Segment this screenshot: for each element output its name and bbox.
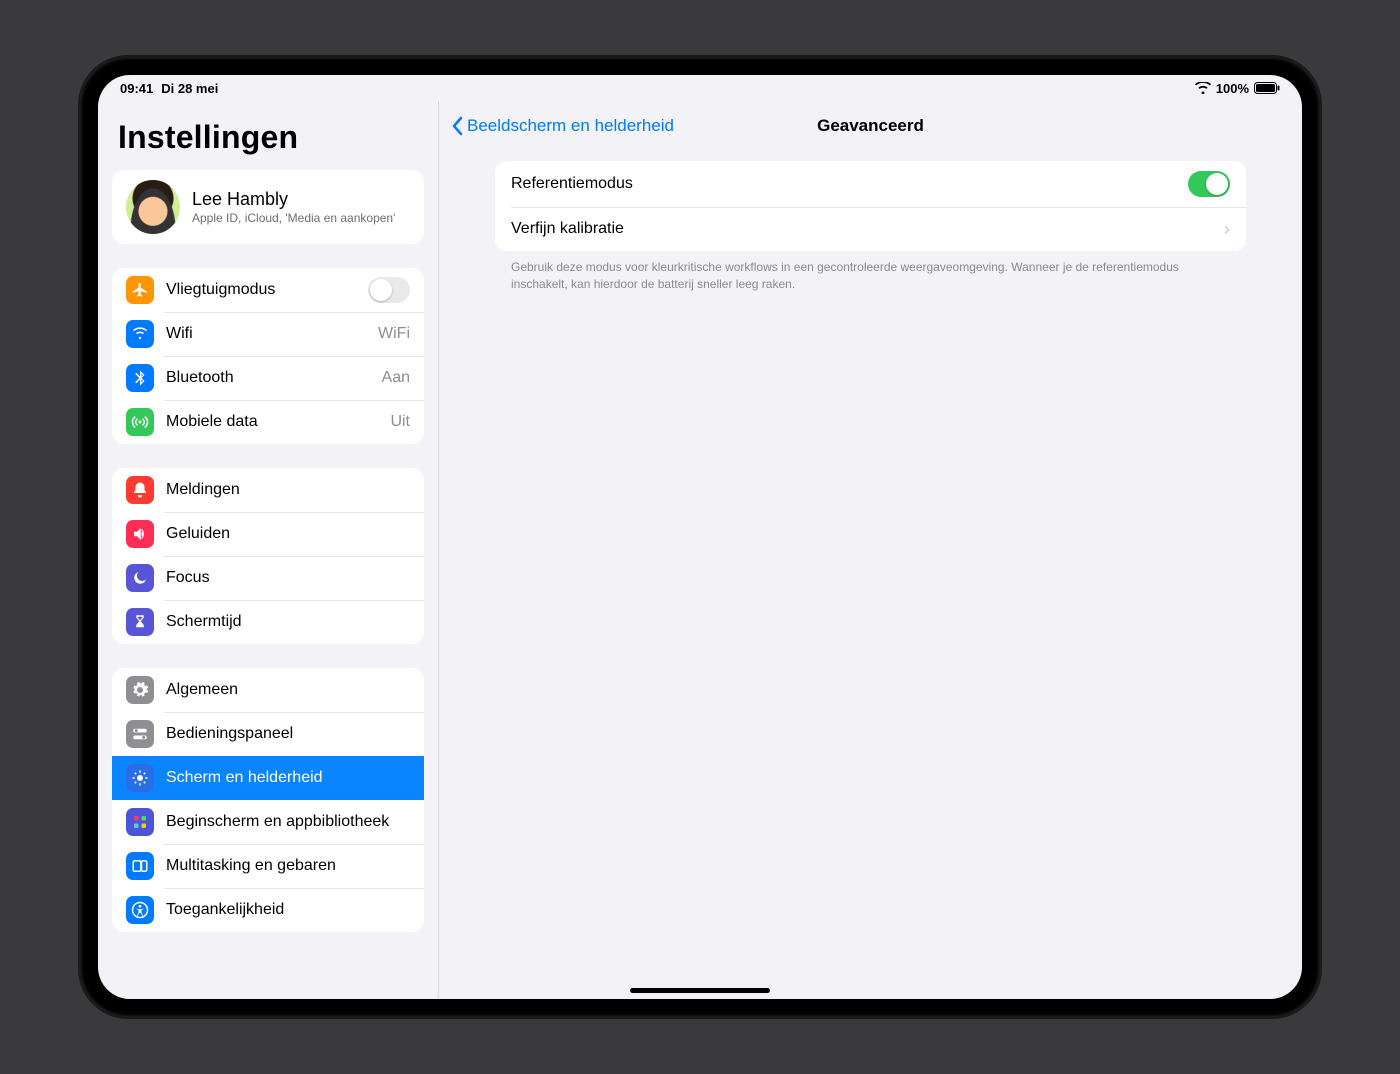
alerts-group: Meldingen Geluiden Focus	[112, 468, 424, 644]
wifi-icon	[126, 320, 154, 348]
detail-pane: Beeldscherm en helderheid Geavanceerd Re…	[438, 101, 1302, 999]
ipad-frame: 09:41 Di 28 mei 100% Instellingen	[80, 57, 1320, 1017]
screen: 09:41 Di 28 mei 100% Instellingen	[98, 75, 1302, 999]
row-sounds[interactable]: Geluiden	[112, 512, 424, 556]
row-wifi[interactable]: Wifi WiFi	[112, 312, 424, 356]
reference-mode-toggle[interactable]	[1188, 171, 1230, 197]
gear-icon	[126, 676, 154, 704]
connectivity-group: Vliegtuigmodus Wifi WiFi	[112, 268, 424, 444]
moon-icon	[126, 564, 154, 592]
panel-footer-text: Gebruik deze modus voor kleurkritische w…	[495, 251, 1246, 301]
reference-mode-label: Referentiemodus	[511, 175, 1188, 193]
cellular-value: Uit	[390, 413, 410, 431]
chevron-right-icon: ›	[1224, 219, 1230, 240]
control-center-label: Bedieningspaneel	[166, 725, 410, 743]
profile-card[interactable]: Lee Hambly Apple ID, iCloud, 'Media en a…	[112, 170, 424, 244]
home-indicator[interactable]	[630, 988, 770, 993]
bluetooth-value: Aan	[382, 369, 410, 387]
multitasking-label: Multitasking en gebaren	[166, 857, 410, 875]
focus-label: Focus	[166, 569, 410, 587]
bluetooth-icon	[126, 364, 154, 392]
brightness-icon	[126, 764, 154, 792]
back-label: Beeldscherm en helderheid	[467, 116, 674, 136]
row-fine-tune[interactable]: Verfijn kalibratie ›	[495, 207, 1246, 251]
profile-sub: Apple ID, iCloud, 'Media en aankopen'	[192, 211, 395, 225]
settings-title: Instellingen	[104, 101, 432, 170]
home-label: Beginscherm en appbibliotheek	[166, 813, 410, 831]
chevron-left-icon	[451, 116, 463, 136]
grid-icon	[126, 808, 154, 836]
avatar	[126, 180, 180, 234]
hourglass-icon	[126, 608, 154, 636]
wifi-icon	[1195, 82, 1211, 94]
bluetooth-label: Bluetooth	[166, 369, 370, 387]
display-label: Scherm en helderheid	[166, 769, 410, 787]
status-battery-percent: 100%	[1216, 81, 1249, 96]
speaker-icon	[126, 520, 154, 548]
airplane-toggle[interactable]	[368, 277, 410, 303]
row-focus[interactable]: Focus	[112, 556, 424, 600]
multitask-icon	[126, 852, 154, 880]
status-bar: 09:41 Di 28 mei 100%	[98, 75, 1302, 101]
row-display[interactable]: Scherm en helderheid	[112, 756, 424, 800]
general-label: Algemeen	[166, 681, 410, 699]
row-general[interactable]: Algemeen	[112, 668, 424, 712]
bell-icon	[126, 476, 154, 504]
cellular-label: Mobiele data	[166, 413, 378, 431]
row-cellular[interactable]: Mobiele data Uit	[112, 400, 424, 444]
antenna-icon	[126, 408, 154, 436]
accessibility-icon	[126, 896, 154, 924]
row-home[interactable]: Beginscherm en appbibliotheek	[112, 800, 424, 844]
row-multitasking[interactable]: Multitasking en gebaren	[112, 844, 424, 888]
battery-icon	[1254, 82, 1280, 94]
row-control-center[interactable]: Bedieningspaneel	[112, 712, 424, 756]
notifications-label: Meldingen	[166, 481, 410, 499]
profile-name: Lee Hambly	[192, 189, 395, 210]
wifi-label: Wifi	[166, 325, 366, 343]
wifi-value: WiFi	[378, 325, 410, 343]
row-screentime[interactable]: Schermtijd	[112, 600, 424, 644]
back-button[interactable]: Beeldscherm en helderheid	[439, 116, 674, 136]
row-accessibility[interactable]: Toegankelijkheid	[112, 888, 424, 932]
row-notifications[interactable]: Meldingen	[112, 468, 424, 512]
switches-icon	[126, 720, 154, 748]
fine-tune-label: Verfijn kalibratie	[511, 220, 1224, 238]
row-bluetooth[interactable]: Bluetooth Aan	[112, 356, 424, 400]
sidebar: Instellingen Lee Hambly Apple ID, iCloud…	[98, 101, 438, 999]
status-time: 09:41	[120, 81, 153, 96]
airplane-label: Vliegtuigmodus	[166, 281, 356, 299]
screentime-label: Schermtijd	[166, 613, 410, 631]
sounds-label: Geluiden	[166, 525, 410, 543]
row-airplane[interactable]: Vliegtuigmodus	[112, 268, 424, 312]
general-group: Algemeen Bedieningspaneel Scherm en held…	[112, 668, 424, 932]
accessibility-label: Toegankelijkheid	[166, 901, 410, 919]
detail-navbar: Beeldscherm en helderheid Geavanceerd	[439, 101, 1302, 151]
advanced-panel: Referentiemodus Verfijn kalibratie ›	[495, 161, 1246, 251]
row-reference-mode[interactable]: Referentiemodus	[495, 161, 1246, 207]
airplane-icon	[126, 276, 154, 304]
status-date: Di 28 mei	[161, 81, 218, 96]
